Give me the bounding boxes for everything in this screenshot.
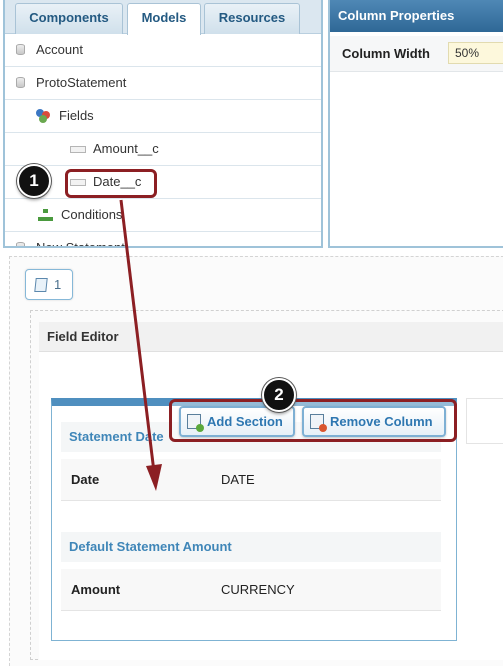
- page-icon: [34, 278, 48, 292]
- field-icon: [70, 146, 86, 153]
- tree-item-label: ProtoStatement: [36, 75, 127, 90]
- remove-column-icon: [310, 414, 327, 432]
- tree-item-conditions[interactable]: Conditions: [5, 199, 321, 232]
- database-icon: [16, 77, 25, 88]
- callout-1-highlight: [65, 169, 157, 198]
- tree-item-label: Conditions: [61, 207, 123, 222]
- adjacent-column: [466, 398, 503, 444]
- field-label: Amount: [71, 582, 121, 597]
- conditions-icon: [38, 209, 53, 221]
- tab-components[interactable]: Components: [15, 3, 123, 34]
- remove-column-label: Remove Column: [330, 414, 433, 429]
- section-title[interactable]: Default Statement Amount: [61, 532, 441, 562]
- database-icon: [16, 44, 25, 55]
- tree-item-label: New Statement: [36, 240, 125, 248]
- fields-icon: [36, 109, 50, 123]
- field-row[interactable]: Amount CURRENCY: [61, 569, 441, 611]
- callout-badge-1: 1: [17, 164, 51, 198]
- tree-item-account[interactable]: Account: [5, 34, 321, 67]
- column-width-row: Column Width 50%: [330, 36, 503, 72]
- field-editor-title: Field Editor: [39, 322, 503, 352]
- tree-item-label: Fields: [59, 108, 94, 123]
- callout-badge-2: 2: [262, 378, 296, 412]
- tree-item-label: Account: [36, 42, 83, 57]
- page-tab[interactable]: 1: [25, 269, 73, 300]
- column-width-field[interactable]: 50%: [448, 42, 503, 64]
- column-properties-title: Column Properties: [330, 0, 503, 32]
- panel-tabs: Components Models Resources: [5, 0, 321, 35]
- column-properties-panel: Column Properties Column Width 50%: [328, 0, 503, 248]
- tree-item-fields[interactable]: Fields: [5, 100, 321, 133]
- remove-column-button[interactable]: Remove Column: [302, 406, 446, 437]
- field-type: CURRENCY: [221, 582, 295, 597]
- tab-resources[interactable]: Resources: [204, 3, 300, 34]
- field-type: DATE: [221, 472, 255, 487]
- tree-item-amount-c[interactable]: Amount__c: [5, 133, 321, 166]
- add-section-icon: [187, 414, 204, 432]
- tree-item-protostatement[interactable]: ProtoStatement: [5, 67, 321, 100]
- database-icon: [16, 242, 25, 246]
- field-label: Date: [71, 472, 100, 487]
- page-tab-number: 1: [54, 277, 62, 292]
- column-width-label: Column Width: [342, 46, 430, 61]
- tab-models[interactable]: Models: [127, 3, 201, 35]
- models-panel: Components Models Resources Account Prot…: [3, 0, 323, 248]
- tree-item-new-statement[interactable]: New Statement: [5, 232, 321, 248]
- add-section-label: Add Section: [207, 414, 283, 429]
- tree-item-date-c[interactable]: Date__c: [5, 166, 321, 199]
- field-row[interactable]: Date DATE: [61, 459, 441, 501]
- tree-item-label: Amount__c: [93, 141, 159, 156]
